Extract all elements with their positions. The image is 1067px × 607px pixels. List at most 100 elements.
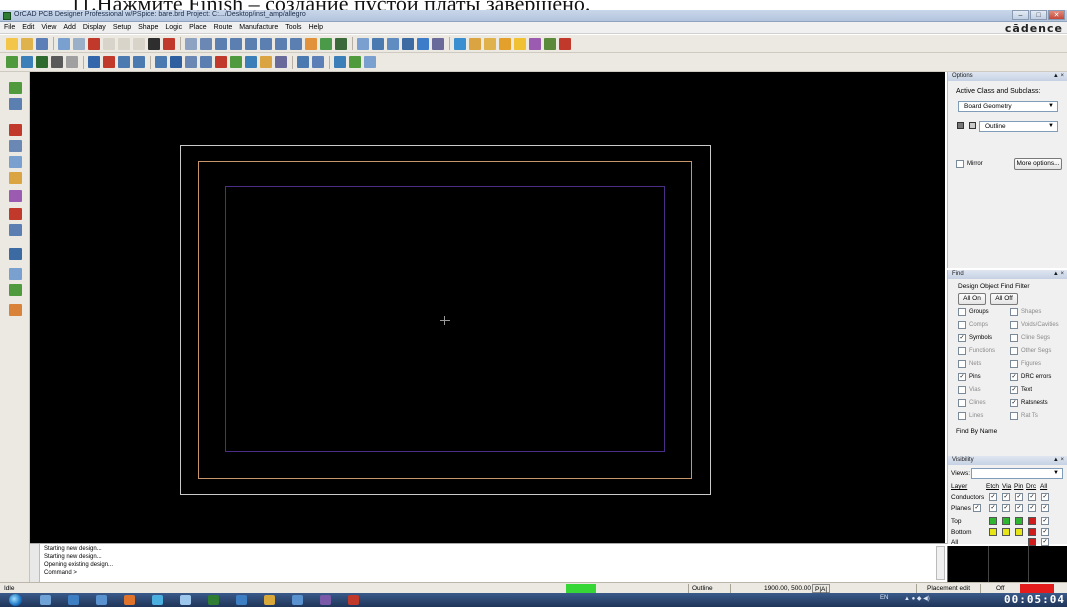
route-icon[interactable]	[9, 98, 22, 110]
delay-tune-icon[interactable]	[66, 56, 78, 68]
taskbar-app-icon[interactable]	[124, 595, 135, 605]
fanout-icon[interactable]	[9, 156, 22, 168]
zoom-in-icon[interactable]	[245, 37, 257, 50]
taskbar-app-icon[interactable]	[320, 595, 331, 605]
conductors-via-checkbox[interactable]	[1002, 493, 1010, 501]
start-button-icon[interactable]	[9, 594, 22, 606]
zoom-previous-icon[interactable]	[275, 37, 287, 50]
dimension-icon[interactable]	[275, 56, 287, 68]
find-nets-checkbox[interactable]	[958, 360, 966, 368]
find-functions-checkbox[interactable]	[958, 347, 966, 355]
bottom-all-checkbox[interactable]	[1041, 528, 1049, 536]
zoom-select-icon[interactable]	[364, 56, 376, 68]
top-all-checkbox[interactable]	[1041, 517, 1049, 525]
connect-icon[interactable]	[9, 124, 22, 136]
zoom-world-icon[interactable]	[290, 37, 302, 50]
command-scrollbar[interactable]	[936, 546, 945, 580]
slide-tool-icon[interactable]	[9, 140, 22, 152]
shape-icon[interactable]	[88, 56, 100, 68]
command-window[interactable]: Starting new design... Starting new desi…	[30, 543, 947, 583]
more-options-button[interactable]: More options...	[1014, 158, 1062, 170]
all-all-checkbox[interactable]	[1041, 538, 1049, 546]
zoom-out-icon[interactable]	[260, 37, 272, 50]
class-color-swatch[interactable]	[957, 122, 964, 129]
top-via-color[interactable]	[1002, 517, 1010, 525]
place-icon[interactable]	[9, 82, 22, 94]
bottom-drc-color[interactable]	[1028, 528, 1036, 536]
subclass-color-swatch[interactable]	[969, 122, 976, 129]
done-icon[interactable]	[148, 37, 160, 50]
taskbar-app-icon[interactable]	[68, 595, 79, 605]
mirror-checkbox[interactable]	[956, 160, 964, 168]
menu-shape[interactable]: Shape	[138, 24, 158, 31]
planes-etch-checkbox[interactable]	[989, 504, 997, 512]
rats-all-icon[interactable]	[372, 37, 384, 50]
orcad-taskbar-icon[interactable]	[208, 595, 219, 605]
command-prompt[interactable]: Command >	[44, 570, 77, 576]
menu-file[interactable]: File	[4, 24, 15, 31]
redraw-icon[interactable]	[305, 37, 317, 50]
status-drc-indicator[interactable]	[1020, 584, 1054, 593]
help-pointer-icon[interactable]	[469, 37, 481, 50]
command-window-grip[interactable]	[30, 544, 40, 583]
menu-display[interactable]: Display	[83, 24, 106, 31]
spread-icon[interactable]	[118, 56, 130, 68]
via-icon[interactable]	[9, 224, 22, 236]
place-manual-icon[interactable]	[103, 56, 115, 68]
subclass-select[interactable]: Outline ▼	[979, 121, 1058, 132]
menu-tools[interactable]: Tools	[285, 24, 301, 31]
close-icon[interactable]: ✕	[1048, 10, 1065, 20]
snap-icon[interactable]	[334, 56, 346, 68]
diff-pair-icon[interactable]	[9, 172, 22, 184]
planes-drc-checkbox[interactable]	[1028, 504, 1036, 512]
marker-icon[interactable]	[559, 37, 571, 50]
taskbar-app-icon[interactable]	[180, 595, 191, 605]
cancel-icon[interactable]	[133, 37, 145, 50]
design-canvas[interactable]	[30, 72, 945, 543]
taskbar-app-icon[interactable]	[264, 595, 275, 605]
fix-icon[interactable]	[215, 56, 227, 68]
highlight-icon[interactable]	[499, 37, 511, 50]
minimize-icon[interactable]: –	[1012, 10, 1029, 20]
etch-edit-icon[interactable]	[297, 56, 309, 68]
gloss-icon[interactable]	[312, 56, 324, 68]
views-select[interactable]: ▼	[971, 468, 1063, 479]
panel-controls-icon[interactable]: ▲ ×	[1053, 270, 1064, 279]
group-icon[interactable]	[200, 56, 212, 68]
taskbar-app-icon[interactable]	[292, 595, 303, 605]
find-text-checkbox[interactable]	[1010, 386, 1018, 394]
explorer-icon[interactable]	[40, 595, 51, 605]
conductors-drc-checkbox[interactable]	[1028, 493, 1036, 501]
text-icon[interactable]	[9, 268, 22, 280]
slide-icon[interactable]	[21, 56, 33, 68]
shape-add-icon[interactable]	[9, 284, 22, 296]
move-icon[interactable]	[58, 37, 70, 50]
save-icon[interactable]	[36, 37, 48, 50]
bottom-via-color[interactable]	[1002, 528, 1010, 536]
menu-place[interactable]: Place	[189, 24, 207, 31]
find-cline-segs-checkbox[interactable]	[1010, 334, 1018, 342]
pin-icon[interactable]	[163, 37, 175, 50]
3d-view-icon[interactable]	[320, 37, 332, 50]
shape-edit-icon[interactable]	[245, 56, 257, 68]
conductors-pin-checkbox[interactable]	[1015, 493, 1023, 501]
find-clines-checkbox[interactable]	[958, 399, 966, 407]
find-voids-checkbox[interactable]	[1010, 321, 1018, 329]
find-groups-checkbox[interactable]	[958, 308, 966, 316]
find-figures-checkbox[interactable]	[1010, 360, 1018, 368]
all-on-button[interactable]: All On	[958, 293, 986, 305]
taskbar-app-icon[interactable]	[152, 595, 163, 605]
menu-help[interactable]: Help	[309, 24, 323, 31]
menu-logic[interactable]: Logic	[165, 24, 182, 31]
info-icon[interactable]	[454, 37, 466, 50]
add-connect-icon[interactable]	[6, 56, 18, 68]
find-rat-ts-checkbox[interactable]	[1010, 412, 1018, 420]
find-symbols-checkbox[interactable]	[958, 334, 966, 342]
top-pin-color[interactable]	[1015, 517, 1023, 525]
planes-all-checkbox[interactable]	[1041, 504, 1049, 512]
conductors-etch-checkbox[interactable]	[989, 493, 997, 501]
shadow-icon[interactable]	[335, 37, 347, 50]
waive-drc-icon[interactable]	[544, 37, 556, 50]
vertex-icon[interactable]	[51, 56, 63, 68]
taskbar-app-icon[interactable]	[348, 595, 359, 605]
